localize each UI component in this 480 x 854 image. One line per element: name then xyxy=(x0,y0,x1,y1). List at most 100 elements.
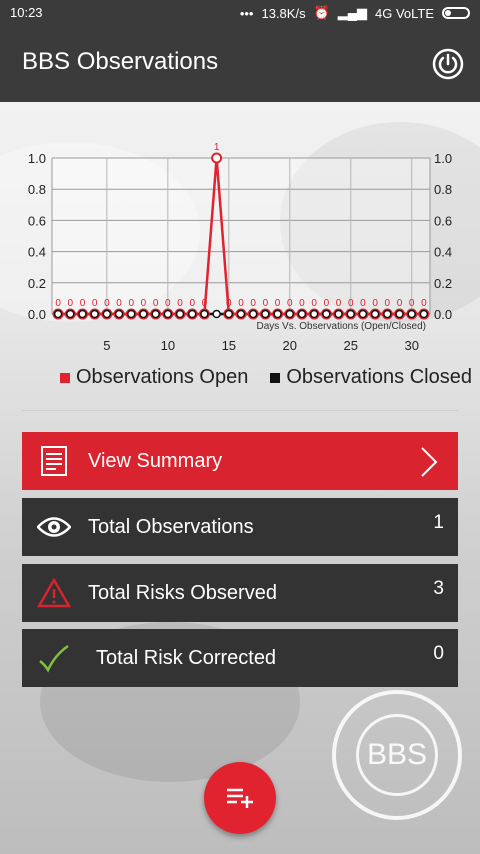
data-label: 0 xyxy=(128,298,134,309)
legend-swatch-open xyxy=(60,372,70,383)
total-risks-label: Total Risks Observed xyxy=(88,581,277,604)
data-label: 0 xyxy=(385,298,391,309)
data-label: 0 xyxy=(360,298,366,309)
data-point-open xyxy=(211,152,223,164)
add-observation-button[interactable] xyxy=(204,762,276,834)
chart-legend: Observations Open Observations Closed xyxy=(60,366,472,389)
y-tick-label-right: 0.4 xyxy=(434,245,452,260)
data-point-closed xyxy=(175,309,185,319)
view-summary-button[interactable]: View Summary xyxy=(22,432,458,490)
data-label: 0 xyxy=(421,298,427,309)
y-tick-label-left: 0.0 xyxy=(28,307,46,322)
data-point-closed xyxy=(346,309,355,319)
data-label: 0 xyxy=(68,298,74,309)
data-label: 0 xyxy=(409,298,415,309)
clock: 10:23 xyxy=(10,5,43,20)
network-label: 4G VoLTE xyxy=(374,5,434,21)
status-bar: 10:23 ••• 13.8K/s ⏰ ▂▄▆ 4G VoLTE xyxy=(0,0,480,26)
chevron-right-icon xyxy=(421,447,438,477)
data-point-closed xyxy=(322,309,331,319)
bbs-seal-logo: BBS xyxy=(332,690,462,820)
data-point-closed xyxy=(90,309,99,319)
data-point-closed xyxy=(236,309,246,319)
risk-corrected-count: 0 xyxy=(433,643,444,664)
data-label: 0 xyxy=(287,298,293,309)
y-tick-label-right: 0.0 xyxy=(434,307,452,322)
data-label: 0 xyxy=(299,298,305,309)
data-point-closed xyxy=(273,309,282,319)
legend-item-closed: Observations Closed xyxy=(270,366,472,389)
data-label: 0 xyxy=(324,298,330,309)
x-tick-label: 25 xyxy=(344,338,358,353)
dots-icon: ••• xyxy=(239,5,254,21)
data-label: 0 xyxy=(80,298,86,309)
y-tick-label-right: 0.8 xyxy=(434,182,452,197)
data-point-closed xyxy=(66,309,75,319)
x-tick-label: 15 xyxy=(222,338,236,353)
data-point-closed xyxy=(285,309,295,319)
data-label: 0 xyxy=(165,298,171,309)
report-icon xyxy=(34,441,74,481)
y-tick-label-right: 0.6 xyxy=(434,213,452,228)
data-point-closed xyxy=(395,309,404,319)
warning-icon xyxy=(34,573,74,613)
data-label: 1 xyxy=(214,142,220,153)
legend-label-closed: Observations Closed xyxy=(286,366,472,388)
x-tick-label: 5 xyxy=(103,338,110,353)
plot-area xyxy=(52,158,430,314)
data-label: 0 xyxy=(141,298,147,309)
data-point-closed xyxy=(212,309,221,319)
data-label: 0 xyxy=(275,298,281,309)
page-title: BBS Observations xyxy=(22,48,219,75)
data-point-closed xyxy=(78,309,87,319)
y-tick-label-right: 1.0 xyxy=(434,151,452,166)
data-point-closed xyxy=(187,309,197,319)
y-tick-label-left: 0.6 xyxy=(28,213,46,228)
data-label: 0 xyxy=(250,298,256,309)
data-point-closed xyxy=(151,309,160,319)
data-point-closed xyxy=(334,309,343,319)
data-point-closed xyxy=(248,309,258,319)
x-axis-label: Days Vs. Observations (Open/Closed) xyxy=(256,321,426,332)
y-tick-label-left: 0.2 xyxy=(28,276,46,291)
total-observations-card: Total Observations 1 xyxy=(22,498,458,556)
app-bar: BBS Observations xyxy=(0,26,480,102)
data-label: 0 xyxy=(336,298,342,309)
data-point-closed xyxy=(309,309,319,319)
data-point-closed xyxy=(114,309,124,319)
observations-chart: 0.0 0.00.2 0.20.4 0.40.6 0.60.8 0.81.0 1.05 10 1… xyxy=(28,142,452,353)
data-label: 0 xyxy=(372,298,378,309)
data-label: 0 xyxy=(238,298,244,309)
data-point-closed xyxy=(200,309,209,319)
x-tick-label: 10 xyxy=(161,338,175,353)
data-label: 0 xyxy=(202,298,208,309)
total-observations-label: Total Observations xyxy=(88,515,254,538)
data-point-closed xyxy=(102,309,112,319)
data-point-closed xyxy=(127,309,136,319)
total-observations-count: 1 xyxy=(433,512,444,533)
x-tick-label: 20 xyxy=(283,338,297,353)
bbs-seal-text: BBS xyxy=(356,714,438,796)
battery-icon xyxy=(442,7,470,19)
data-label: 0 xyxy=(177,298,183,309)
data-point-closed xyxy=(53,309,63,319)
data-label: 0 xyxy=(348,298,354,309)
signal-icon: ▂▄▆ xyxy=(337,5,367,20)
data-point-closed xyxy=(370,309,380,319)
eye-icon xyxy=(34,507,74,547)
power-icon[interactable] xyxy=(432,48,464,80)
view-summary-label: View Summary xyxy=(88,449,223,472)
divider xyxy=(22,410,458,411)
y-tick-label-right: 0.2 xyxy=(434,276,452,291)
net-speed: 13.8K/s xyxy=(261,5,306,21)
risk-corrected-card: Total Risk Corrected 0 xyxy=(22,629,458,687)
data-point-closed xyxy=(407,309,416,319)
y-tick-label-left: 0.4 xyxy=(28,245,46,260)
total-risks-card: Total Risks Observed 3 xyxy=(22,564,458,622)
data-label: 0 xyxy=(55,298,61,309)
playlist-add-icon xyxy=(227,788,253,808)
data-label: 0 xyxy=(226,298,232,309)
data-label: 0 xyxy=(311,298,317,309)
data-point-closed xyxy=(261,309,270,319)
checkmark-icon xyxy=(34,638,74,678)
